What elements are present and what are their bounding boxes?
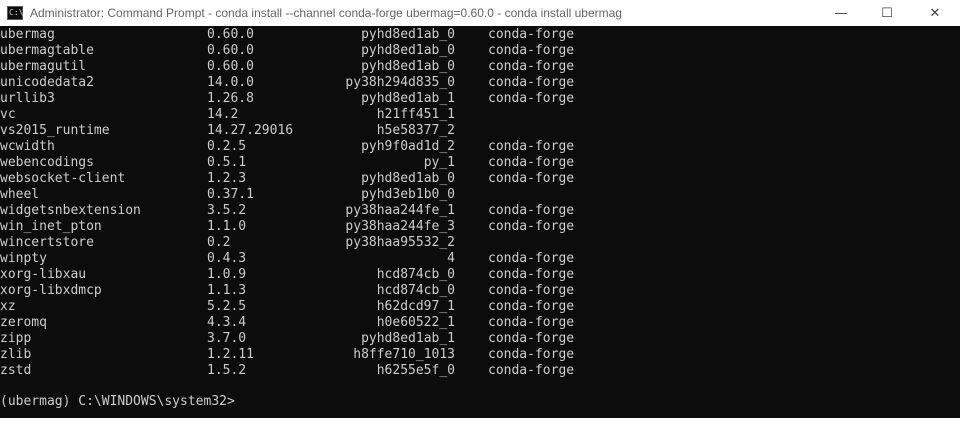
package-row: widgetsnbextension 3.5.2 py38haa244fe_1 con… [0,203,960,219]
package-channel: conda-forge [488,155,575,170]
package-build: pyh9f0ad1d_2 [361,139,455,154]
close-button[interactable]: ✕ [910,0,960,26]
package-build: hcd874cb_0 [376,283,455,298]
title-bar[interactable]: C:\ Administrator: Command Prompt - cond… [0,0,960,26]
package-channel: conda-forge [488,219,575,234]
package-row: xz 5.2.5 h62dcd97_1 conda-forge [0,299,960,315]
package-channel: conda-forge [488,91,575,106]
maximize-button[interactable]: ☐ [864,0,910,26]
package-channel: conda-forge [488,299,575,314]
package-channel: conda-forge [488,315,575,330]
package-channel: conda-forge [488,27,575,42]
package-build: pyhd8ed1ab_0 [361,59,455,74]
package-row: ubermagutil 0.60.0 pyhd8ed1ab_0 conda-forge [0,59,960,75]
package-build: pyhd8ed1ab_0 [361,43,455,58]
package-build: py_1 [423,155,455,170]
package-row: zeromq 4.3.4 h0e60522_1 conda-forge [0,315,960,331]
console-output[interactable]: (ubermag) C:\WINDOWS\system32> ubermag 0.… [0,26,960,418]
package-row: zipp 3.7.0 pyhd8ed1ab_1 conda-forge [0,331,960,347]
package-channel: conda-forge [488,59,575,74]
cmd-app-icon[interactable]: C:\ [7,6,23,20]
package-build: h8ffe710_1013 [353,347,455,362]
package-build: h62dcd97_1 [376,299,455,314]
package-row: ubermag 0.60.0 pyhd8ed1ab_0 conda-forge [0,27,960,43]
package-row: websocket-client 1.2.3 pyhd8ed1ab_0 conda-f… [0,171,960,187]
package-channel: conda-forge [488,347,575,362]
window-controls: — ☐ ✕ [818,0,960,26]
package-row: wincertstore 0.2 py38haa95532_2 [0,235,960,251]
package-row: zstd 1.5.2 h6255e5f_0 conda-forge [0,363,960,379]
package-build: h6255e5f_0 [376,363,455,378]
package-row: winpty 0.4.3 4 conda-forge [0,251,960,267]
package-build: h0e60522_1 [376,315,455,330]
window-title: Administrator: Command Prompt - conda in… [30,6,622,20]
package-row: unicodedata2 14.0.0 py38h294d835_0 conda-fo… [0,75,960,91]
command-prompt[interactable]: (ubermag) C:\WINDOWS\system32> [0,394,235,410]
package-row: ubermagtable 0.60.0 pyhd8ed1ab_0 conda-forg… [0,43,960,59]
package-channel: conda-forge [488,75,575,90]
package-build: py38haa95532_2 [345,235,455,250]
window-bottom-edge [0,418,960,423]
package-row: xorg-libxau 1.0.9 hcd874cb_0 conda-forge [0,267,960,283]
package-row: webencodings 0.5.1 py_1 conda-forge [0,155,960,171]
package-build: py38h294d835_0 [345,75,455,90]
package-channel: conda-forge [488,363,575,378]
package-channel: conda-forge [488,171,575,186]
package-build: 4 [447,251,455,266]
package-channel: conda-forge [488,251,575,266]
package-row: win_inet_pton 1.1.0 py38haa244fe_3 conda-fo… [0,219,960,235]
package-channel: conda-forge [488,139,575,154]
package-row: urllib3 1.26.8 pyhd8ed1ab_1 conda-forge [0,91,960,107]
package-build: hcd874cb_0 [376,267,455,282]
package-channel: conda-forge [488,203,575,218]
package-row: xorg-libxdmcp 1.1.3 hcd874cb_0 conda-forge [0,283,960,299]
package-row: zlib 1.2.11 h8ffe710_1013 conda-forge [0,347,960,363]
package-channel: conda-forge [488,267,575,282]
minimize-button[interactable]: — [818,0,864,26]
package-build: pyhd8ed1ab_0 [361,27,455,42]
package-row: vc 14.2 h21ff451_1 [0,107,960,123]
package-build: h21ff451_1 [376,107,455,122]
package-row: vs2015_runtime 14.27.29016 h5e58377_2 [0,123,960,139]
package-build: py38haa244fe_1 [345,203,455,218]
package-build: h5e58377_2 [376,123,455,138]
package-build: py38haa244fe_3 [345,219,455,234]
package-channel: conda-forge [488,43,575,58]
package-build: pyhd8ed1ab_1 [361,331,455,346]
package-build: pyhd8ed1ab_1 [361,91,455,106]
package-build: pyhd8ed1ab_0 [361,171,455,186]
package-row: wcwidth 0.2.5 pyh9f0ad1d_2 conda-forge [0,139,960,155]
package-channel: conda-forge [488,331,575,346]
package-row: wheel 0.37.1 pyhd3eb1b0_0 [0,187,960,203]
package-build: pyhd3eb1b0_0 [361,187,455,202]
package-channel: conda-forge [488,283,575,298]
